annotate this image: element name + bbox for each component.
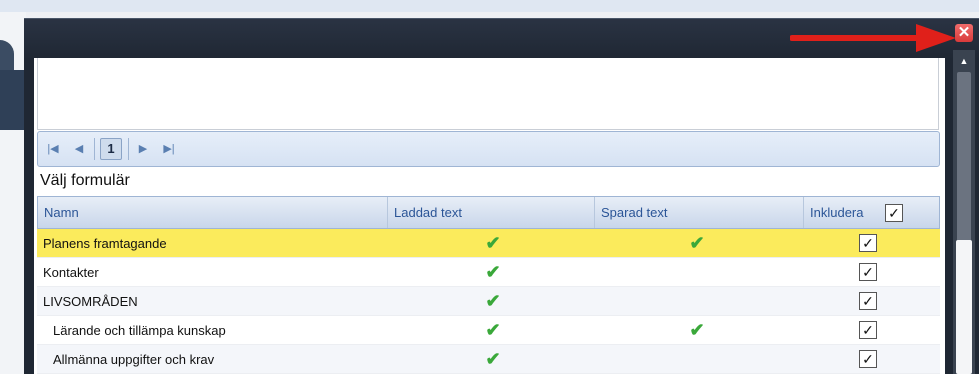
checkmark-icon	[688, 292, 706, 310]
include-checkbox[interactable]: ✓	[859, 350, 877, 368]
close-icon: ✕	[957, 24, 971, 41]
checkmark-icon	[688, 263, 706, 281]
checkmark-icon: ✔	[485, 320, 501, 340]
background-dark-band	[0, 70, 26, 130]
table-header: Namn Laddad text Sparad text Inkludera ✓	[37, 196, 940, 229]
include-checkbox[interactable]: ✓	[859, 292, 877, 310]
include-checkbox[interactable]: ✓	[859, 321, 877, 339]
form-name: LIVSOMRÅDEN	[43, 294, 138, 309]
form-name: Allmänna uppgifter och krav	[53, 352, 215, 367]
close-button[interactable]: ✕	[955, 24, 973, 42]
next-page-icon[interactable]: ▶	[136, 141, 150, 157]
pager-divider	[94, 138, 95, 160]
checkmark-icon: ✔	[485, 262, 501, 282]
section-title: Välj formulär	[40, 172, 130, 189]
red-arrow-annotation	[790, 24, 956, 52]
forms-table: Namn Laddad text Sparad text Inkludera ✓…	[37, 196, 940, 374]
form-name: Planens framtagande	[43, 236, 167, 251]
checkmark-icon: ✔	[689, 320, 705, 340]
prev-page-icon[interactable]: ◀	[72, 141, 86, 157]
include-checkbox[interactable]: ✓	[859, 263, 877, 281]
column-header-namn[interactable]: Namn	[38, 197, 388, 228]
include-checkbox[interactable]: ✓	[859, 234, 877, 252]
column-header-sparad-text[interactable]: Sparad text	[595, 197, 804, 228]
vertical-scrollbar[interactable]: ▲	[953, 50, 975, 374]
column-header-inkludera: Inkludera	[810, 205, 864, 220]
dialog-content: |◀ ◀ 1 ▶ ▶| Välj formulär Namn Laddad te…	[34, 58, 945, 374]
table-row[interactable]: Lärande och tillämpa kunskap ✔ ✔ ✓	[37, 316, 940, 345]
pager-divider	[128, 138, 129, 160]
checkmark-icon: ✔	[485, 233, 501, 253]
background-top-strip	[0, 0, 979, 12]
include-all-checkbox[interactable]: ✓	[885, 204, 903, 222]
table-row[interactable]: LIVSOMRÅDEN ✔ ✓	[37, 287, 940, 316]
table-row[interactable]: Allmänna uppgifter och krav ✔ ✓	[37, 345, 940, 374]
form-name: Kontakter	[43, 265, 99, 280]
table-row[interactable]: Kontakter ✔ ✓	[37, 258, 940, 287]
background-left-panel	[0, 12, 26, 374]
pager: |◀ ◀ 1 ▶ ▶|	[37, 131, 940, 167]
checkmark-icon	[688, 350, 706, 368]
checkmark-icon: ✔	[485, 349, 501, 369]
checkmark-icon: ✔	[485, 291, 501, 311]
blank-preview-area	[37, 58, 939, 130]
column-header-laddad-text[interactable]: Laddad text	[388, 197, 595, 228]
first-page-icon[interactable]: |◀	[46, 141, 60, 157]
form-name: Lärande och tillämpa kunskap	[53, 323, 226, 338]
chevron-up-icon[interactable]: ▲	[953, 54, 975, 68]
table-row[interactable]: Planens framtagande ✔ ✔ ✓	[37, 229, 940, 258]
last-page-icon[interactable]: ▶|	[162, 141, 176, 157]
scroll-thumb[interactable]	[956, 240, 972, 374]
current-page[interactable]: 1	[100, 138, 122, 160]
checkmark-icon: ✔	[689, 233, 705, 253]
